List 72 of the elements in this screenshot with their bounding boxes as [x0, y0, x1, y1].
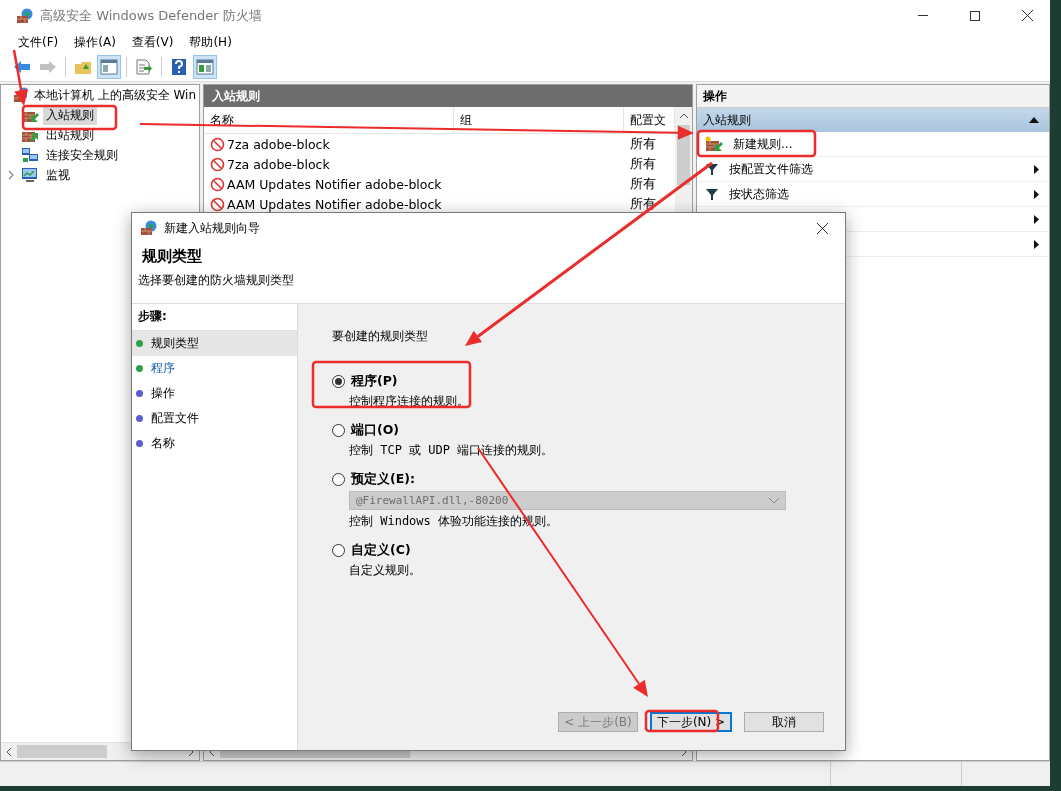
column-header[interactable]: 名称: [204, 107, 454, 133]
action-item[interactable]: 按状态筛选: [697, 182, 1049, 207]
option-description: 控制程序连接的规则。: [348, 393, 470, 410]
help-icon: [171, 58, 187, 76]
radio-option[interactable]: 预定义(E):: [332, 471, 845, 488]
toolbar-button[interactable]: [193, 55, 217, 79]
window-title: 高级安全 Windows Defender 防火墙: [40, 6, 263, 25]
pane-header: 操作: [697, 85, 1049, 108]
table-cell: 7za adobe-block: [204, 156, 624, 172]
filter-icon: [705, 187, 719, 201]
back-arrow-icon: [13, 60, 31, 74]
table-cell: AAM Updates Notifier adobe-block: [204, 196, 624, 212]
radio-option[interactable]: 程序(P): [332, 373, 845, 390]
radio-option[interactable]: 端口(O): [332, 422, 845, 439]
close-icon: [816, 222, 828, 234]
table-cell-text: 所有: [629, 155, 657, 173]
radio-button[interactable]: [332, 544, 345, 557]
blocked-icon: [210, 176, 225, 192]
section-header[interactable]: 入站规则: [697, 108, 1049, 132]
tree-item[interactable]: 监视: [43, 165, 73, 185]
wizard-step[interactable]: 配置文件: [132, 406, 297, 431]
folder-icon: [74, 59, 92, 75]
table-cell: 7za adobe-block: [204, 136, 624, 152]
dialog-title: 新建入站规则向导: [164, 219, 261, 237]
scroll-left-icon[interactable]: [5, 746, 13, 757]
option-description: 自定义规则。: [348, 562, 422, 579]
maximize-icon: [970, 10, 980, 21]
page-subtitle: 选择要创建的防火墙规则类型: [138, 272, 295, 289]
radio-button[interactable]: [332, 375, 345, 388]
monitor-icon: [21, 167, 39, 183]
dialog-button[interactable]: 取消: [744, 712, 824, 732]
filter-icon: [705, 162, 719, 176]
panel-icon: [100, 59, 118, 75]
chevron-down-icon: [769, 497, 779, 504]
action-item[interactable]: 按配置文件筛选: [697, 157, 1049, 182]
close-icon: [1021, 10, 1033, 21]
wizard-step[interactable]: 操作: [132, 381, 297, 406]
forward-arrow-icon: [39, 60, 57, 74]
menu-item[interactable]: 操作(A): [66, 33, 124, 51]
tree-item[interactable]: 连接安全规则: [43, 145, 121, 165]
menu-item[interactable]: 帮助(H): [181, 33, 240, 51]
export-list-icon: [135, 59, 153, 75]
annotation-arrow: [12, 49, 29, 106]
minimize-icon: [918, 15, 928, 16]
radio-option[interactable]: 自定义(C): [332, 542, 845, 559]
menu-item[interactable]: 文件(F): [10, 33, 67, 51]
wizard-step[interactable]: 名称: [132, 431, 297, 456]
blocked-icon: [210, 196, 225, 212]
action-item[interactable]: 新建规则...: [697, 132, 1049, 157]
tree-item[interactable]: 本地计算机 上的高级安全 Win: [30, 85, 199, 105]
table-cell-text: 所有: [629, 175, 657, 193]
prompt-text: 要创建的规则类型: [332, 328, 429, 345]
blocked-icon: [210, 156, 225, 172]
firewall-icon: [140, 220, 158, 236]
table-cell: AAM Updates Notifier adobe-block: [204, 176, 624, 192]
computers-icon: [21, 147, 39, 163]
scroll-up-icon[interactable]: [678, 113, 689, 119]
radio-button[interactable]: [332, 424, 345, 437]
wizard-step[interactable]: 规则类型: [132, 331, 297, 356]
table-cell-text: 所有: [629, 135, 657, 153]
radio-button[interactable]: [332, 473, 345, 486]
pane-header: 入站规则: [204, 85, 692, 107]
wizard-step[interactable]: 程序: [132, 356, 297, 381]
menu-item[interactable]: 查看(V): [123, 33, 182, 51]
blocked-icon: [210, 136, 225, 152]
new-rule-icon: [705, 136, 723, 152]
page-heading: 规则类型: [141, 247, 203, 266]
column-header[interactable]: 组: [454, 107, 624, 133]
toolbar-button[interactable]: [97, 55, 121, 79]
firewall-icon: [16, 7, 34, 24]
panel-icon: [196, 59, 214, 75]
tree-item[interactable]: 出站规则: [43, 125, 97, 145]
